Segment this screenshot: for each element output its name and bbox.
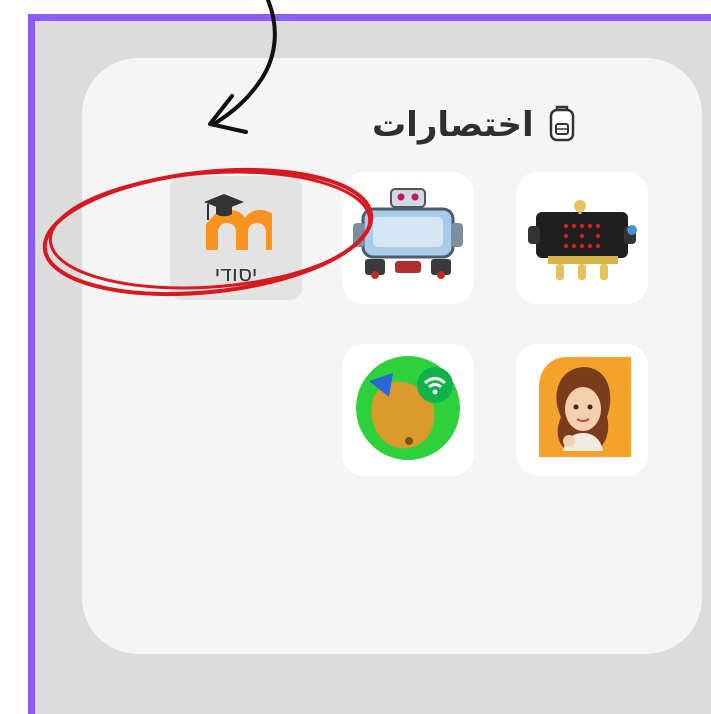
app-tile-wifi[interactable] bbox=[342, 344, 474, 476]
app-tile-character[interactable] bbox=[516, 344, 648, 476]
app-tile-moodle[interactable]: יסודי bbox=[170, 176, 302, 300]
backpack-icon bbox=[548, 104, 576, 146]
app-tile-robot[interactable] bbox=[342, 172, 474, 304]
moodle-icon bbox=[200, 190, 278, 258]
cartoon-girl-icon bbox=[521, 347, 643, 473]
puzzle-wifi-icon bbox=[351, 351, 465, 469]
blue-robot-icon bbox=[347, 181, 469, 295]
shortcuts-header: اختصارات bbox=[372, 100, 576, 150]
moodle-label: יסודי bbox=[214, 262, 258, 287]
app-tile-microbit[interactable] bbox=[516, 172, 648, 304]
microbit-robot-icon bbox=[522, 186, 642, 290]
shortcuts-title: اختصارات bbox=[372, 105, 534, 145]
